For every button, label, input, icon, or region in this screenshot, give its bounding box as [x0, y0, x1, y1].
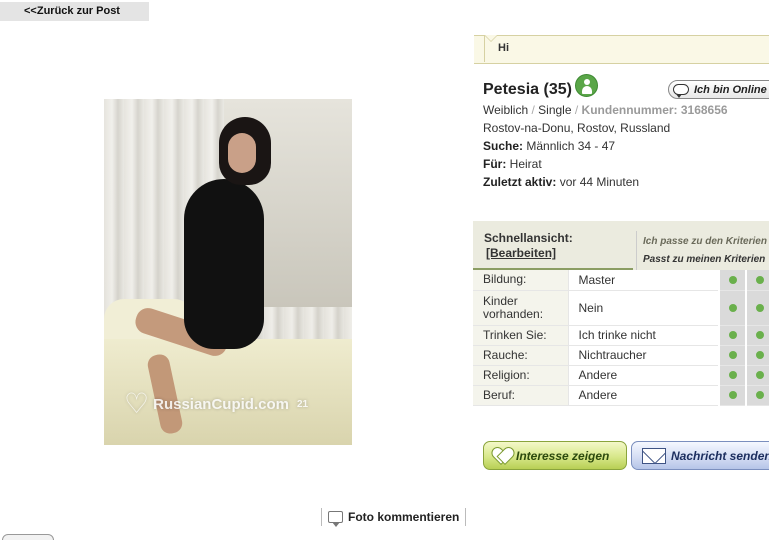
- watermark-heart-icon: ♡: [124, 388, 150, 419]
- match-dot: [728, 275, 737, 284]
- last-active-label: Zuletzt aktiv:: [483, 175, 557, 189]
- greeting-text: Hi: [498, 42, 509, 54]
- for-label: Für:: [483, 157, 507, 171]
- quick-view-panel: Schnellansicht: [Bearbeiten] Ich passe z…: [473, 221, 769, 407]
- greeting-box: [474, 35, 769, 64]
- row-label: Religion:: [473, 365, 568, 386]
- row-value: Ich trinke nicht: [567, 325, 719, 346]
- table-row: Kinder vorhanden: Nein: [473, 290, 769, 326]
- online-label: Ich bin Online: [694, 83, 767, 96]
- for-value: Heirat: [509, 157, 542, 171]
- speech-bubble-icon: [673, 84, 689, 98]
- row-value: Nichtraucher: [567, 345, 719, 366]
- criteria-matches-mine: Passt zu meinen Kriterien: [643, 254, 766, 265]
- looking-for: Für: Heirat: [483, 157, 542, 171]
- match-dot: [756, 275, 764, 284]
- row-label: Trinken Sie:: [473, 325, 568, 346]
- match-dot: [728, 371, 737, 379]
- quick-view-title: Schnellansicht:: [484, 231, 573, 245]
- table-row: Beruf: Andere: [473, 385, 769, 406]
- heart-icon: [493, 448, 511, 464]
- match-dot: [728, 303, 737, 312]
- online-badge[interactable]: Ich bin Online: [668, 80, 769, 99]
- watermark-text: RussianCupid.com: [153, 395, 289, 413]
- show-interest-button[interactable]: Interesse zeigen: [483, 441, 627, 470]
- watermark-age-tag: 21: [296, 398, 309, 410]
- criteria-i-match: Ich passe zu den Kriterien: [643, 236, 767, 247]
- search-label: Suche:: [483, 139, 524, 153]
- person-icon: [575, 74, 598, 97]
- send-message-button[interactable]: Nachricht senden: [631, 441, 769, 470]
- row-label: Beruf:: [473, 385, 568, 406]
- match-dot: [756, 303, 764, 312]
- quick-view-header: Schnellansicht: [Bearbeiten]: [473, 221, 633, 270]
- attributes-table: Bildung: Master Kinder vorhanden: Nein T…: [473, 270, 769, 406]
- profile-photo[interactable]: ♡ RussianCupid.com 21: [104, 99, 352, 445]
- send-message-label: Nachricht senden: [671, 448, 769, 463]
- profile-name: Petesia (35): [483, 81, 572, 98]
- profile-basics: Weiblich / Single / Kundennummer: 316865…: [483, 103, 728, 117]
- criteria-header: Ich passe zu den Kriterien Passt zu mein…: [633, 221, 769, 271]
- row-value: Andere: [567, 385, 719, 406]
- row-value: Nein: [567, 290, 719, 326]
- location: Rostov-na-Donu, Rostov, Russland: [483, 121, 671, 135]
- row-value: Andere: [567, 365, 719, 386]
- match-dot: [728, 331, 737, 339]
- table-row: Rauche: Nichtraucher: [473, 345, 769, 366]
- gender: Weiblich: [483, 103, 529, 117]
- row-label: Kinder vorhanden:: [473, 290, 568, 326]
- bottom-tab-stub[interactable]: [2, 534, 54, 540]
- customer-number: Kundennummer: 3168656: [581, 103, 728, 117]
- comment-icon: [328, 511, 343, 527]
- relationship-status: Single: [538, 103, 572, 117]
- match-dot: [756, 331, 764, 339]
- match-dot: [728, 391, 737, 399]
- photo-watermark: ♡ RussianCupid.com 21: [124, 389, 344, 419]
- match-dot: [728, 351, 737, 359]
- comment-photo-label: Foto kommentieren: [348, 510, 460, 524]
- match-dot: [756, 371, 764, 379]
- table-row: Trinken Sie: Ich trinke nicht: [473, 325, 769, 346]
- table-row: Religion: Andere: [473, 365, 769, 386]
- row-label: Bildung:: [473, 270, 568, 291]
- last-active-value: vor 44 Minuten: [559, 175, 640, 189]
- comment-photo-link[interactable]: Foto kommentieren: [321, 508, 467, 527]
- table-row: Bildung: Master: [473, 270, 769, 291]
- match-dot: [756, 391, 764, 399]
- envelope-icon: [642, 447, 666, 464]
- show-interest-label: Interesse zeigen: [516, 448, 610, 463]
- search-value: Männlich 34 - 47: [526, 139, 616, 153]
- match-dot: [756, 351, 764, 359]
- back-to-mail-button[interactable]: <<Zurück zur Post: [0, 2, 149, 21]
- search-preference: Suche: Männlich 34 - 47: [483, 139, 615, 153]
- row-label: Rauche:: [473, 345, 568, 366]
- last-active: Zuletzt aktiv: vor 44 Minuten: [483, 175, 639, 189]
- row-value: Master: [567, 270, 719, 291]
- edit-link[interactable]: [Bearbeiten]: [486, 246, 556, 260]
